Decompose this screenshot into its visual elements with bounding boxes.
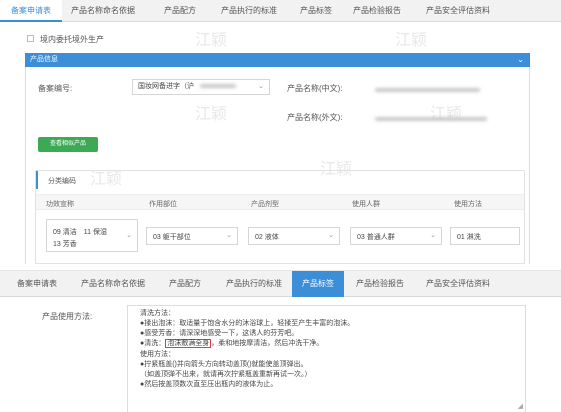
resize-handle-icon[interactable]: ◢ bbox=[518, 402, 523, 410]
body-part-value: 03 躯干部位 bbox=[153, 234, 191, 241]
filing-no-label: 备案编号: bbox=[38, 84, 73, 93]
watermark: 江颖 bbox=[195, 30, 228, 49]
efficacy-line2: 13 芳香 bbox=[53, 241, 77, 248]
tab-label[interactable]: 产品标签 bbox=[292, 271, 344, 297]
chevron-down-icon[interactable]: ⌄ bbox=[517, 53, 524, 67]
people-value: 03 普通人群 bbox=[357, 234, 395, 241]
tab-inspection-report[interactable]: 产品检验报告 bbox=[346, 0, 408, 22]
tab-naming-basis[interactable]: 产品名称命名依据 bbox=[66, 0, 140, 22]
watermark: 江颖 bbox=[395, 30, 428, 49]
tab-inspection-report[interactable]: 产品检验报告 bbox=[348, 271, 412, 297]
form-select[interactable]: 02 液体 ⌄ bbox=[248, 227, 340, 245]
panel-title: 产品信息 bbox=[30, 56, 58, 63]
tab-application-form[interactable]: 备案申请表 bbox=[4, 271, 70, 297]
col-efficacy: 功效宣称 bbox=[46, 201, 74, 208]
product-name-en-value bbox=[375, 114, 487, 123]
body-part-select[interactable]: 03 躯干部位 ⌄ bbox=[146, 227, 238, 245]
tab-standards[interactable]: 产品执行的标准 bbox=[212, 0, 286, 22]
product-info-header[interactable]: 产品信息 ⌄ bbox=[25, 53, 530, 67]
chevron-down-icon: ⌄ bbox=[226, 232, 232, 239]
chevron-down-icon: ⌄ bbox=[258, 83, 264, 90]
tab-safety-assessment[interactable]: 产品安全评估资料 bbox=[418, 0, 498, 22]
method-value: 01 淋洗 bbox=[457, 234, 481, 241]
tab-standards[interactable]: 产品执行的标准 bbox=[216, 271, 292, 297]
usage-line: ●拧紧瓶盖()并向箭头方向转动盖顶()就能使盖顶弹出。 bbox=[140, 361, 308, 368]
usage-line: （如盖顶弹不出来，就请再次拧紧瓶盖重新再试一次。） bbox=[140, 371, 312, 378]
checkbox-label: 境内委托境外生产 bbox=[40, 35, 104, 44]
tab-bar: 备案申请表 产品名称命名依据 产品配方 产品执行的标准 产品标签 产品检验报告 … bbox=[0, 271, 561, 297]
category-code-panel: 分类编码 功效宣称 作用部位 产品剂型 使用人群 使用方法 09 清洁 11 保… bbox=[35, 170, 525, 264]
label-view: 备案申请表 产品名称命名依据 产品配方 产品执行的标准 产品标签 产品检验报告 … bbox=[0, 270, 561, 412]
category-table-header: 功效宣称 作用部位 产品剂型 使用人群 使用方法 bbox=[36, 194, 524, 210]
highlighted-text: 泡沫敷满全身 bbox=[165, 339, 212, 348]
col-people: 使用人群 bbox=[352, 201, 380, 208]
usage-label: 产品使用方法: bbox=[42, 312, 93, 321]
usage-line: ●清洗： 泡沫敷满全身 ，柔和地按摩清洁，然后冲洗干净。 bbox=[140, 339, 323, 348]
overseas-checkbox[interactable] bbox=[27, 35, 34, 42]
chevron-down-icon: ⌄ bbox=[126, 232, 132, 239]
tab-safety-assessment[interactable]: 产品安全评估资料 bbox=[416, 271, 500, 297]
tab-application-form[interactable]: 备案申请表 bbox=[0, 0, 62, 22]
application-form-view: 备案申请表 产品名称命名依据 产品配方 产品执行的标准 产品标签 产品检验报告 … bbox=[0, 0, 561, 264]
product-name-cn-value bbox=[375, 85, 480, 94]
category-header: 分类编码 bbox=[36, 171, 524, 189]
redacted-text bbox=[199, 84, 236, 89]
tab-formula[interactable]: 产品配方 bbox=[156, 271, 214, 297]
filing-no-value: 国妆网备进字（沪 bbox=[138, 83, 194, 90]
col-method: 使用方法 bbox=[454, 201, 482, 208]
product-name-en-label: 产品名称(外文): bbox=[287, 113, 343, 122]
method-select[interactable]: 01 淋洗 bbox=[450, 227, 520, 245]
usage-text: ，柔和地按摩清洁，然后冲洗干净。 bbox=[211, 340, 324, 347]
form-value: 02 液体 bbox=[255, 234, 279, 241]
usage-textarea[interactable]: 清洗方法： ●揉出泡沫：取适量于饱含水分的沐浴球上，轻揉至产生丰富的泡沫。 ●感… bbox=[127, 305, 526, 412]
filing-no-select[interactable]: 国妆网备进字（沪 ⌄ bbox=[132, 79, 270, 95]
col-body-part: 作用部位 bbox=[149, 201, 177, 208]
product-name-cn-label: 产品名称(中文): bbox=[287, 84, 343, 93]
tab-naming-basis[interactable]: 产品名称命名依据 bbox=[74, 271, 152, 297]
usage-text: ●清洗： bbox=[140, 340, 166, 347]
view-similar-products-button[interactable]: 查看相似产品 bbox=[38, 137, 98, 152]
usage-line: 清洗方法： bbox=[140, 310, 175, 317]
chevron-down-icon: ⌄ bbox=[430, 232, 436, 239]
tab-formula[interactable]: 产品配方 bbox=[150, 0, 210, 22]
tab-bar: 备案申请表 产品名称命名依据 产品配方 产品执行的标准 产品标签 产品检验报告 … bbox=[0, 0, 561, 22]
people-select[interactable]: 03 普通人群 ⌄ bbox=[350, 227, 442, 245]
efficacy-line1: 09 清洁 11 保湿 bbox=[53, 229, 107, 236]
chevron-down-icon: ⌄ bbox=[328, 232, 334, 239]
col-form: 产品剂型 bbox=[251, 201, 279, 208]
usage-line: ●揉出泡沫：取适量于饱含水分的沐浴球上，轻揉至产生丰富的泡沫。 bbox=[140, 320, 355, 327]
category-title: 分类编码 bbox=[48, 178, 76, 185]
usage-line: ●然后按盖顶数次直至压出瓶内的液体为止。 bbox=[140, 381, 278, 388]
tab-label[interactable]: 产品标签 bbox=[290, 0, 342, 22]
usage-line: 使用方法： bbox=[140, 351, 175, 358]
efficacy-select[interactable]: 09 清洁 11 保湿 13 芳香 ⌄ bbox=[46, 219, 138, 252]
usage-line: ●感受芳香：请深深地感受一下，这诱人的芬芳吧。 bbox=[140, 330, 299, 337]
